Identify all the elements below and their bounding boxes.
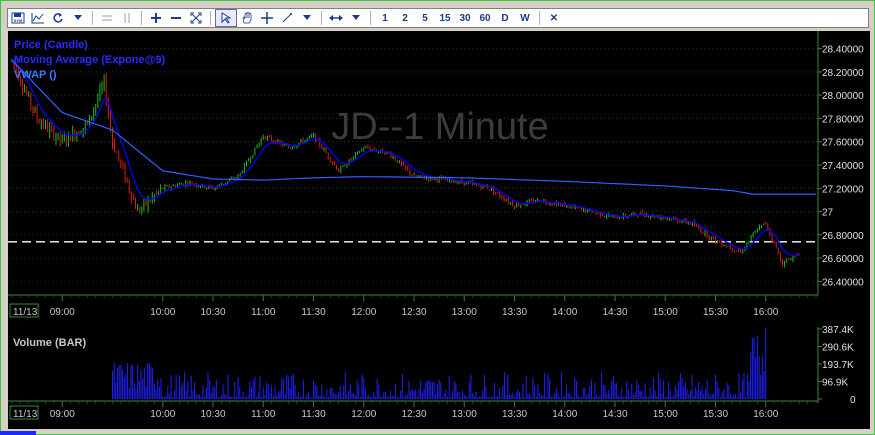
time-axis-upper: 09:00 10:00 10:30 11:00 11:30 12:00 12:30 13:00… xyxy=(8,294,818,318)
time-tick-label: 11:30 xyxy=(301,307,326,318)
zoom-out-icon[interactable] xyxy=(166,10,186,26)
save-icon[interactable]: SYM xyxy=(8,10,28,26)
volume-tick-label: 0 xyxy=(850,395,856,406)
price-legend: Price (Candle) Moving Average (Expone@9)… xyxy=(14,39,165,81)
interval-30-button[interactable]: 30 xyxy=(455,10,475,26)
legend-vwap: VWAP () xyxy=(14,69,57,81)
draw-line-icon[interactable] xyxy=(277,10,297,26)
close-icon[interactable]: ✕ xyxy=(544,10,564,26)
time-tick-label: 14:00 xyxy=(552,409,577,420)
time-tick-label: 14:00 xyxy=(552,307,577,318)
pause-icon[interactable] xyxy=(117,10,137,26)
refresh-icon[interactable] xyxy=(48,10,68,26)
toolbar-divider xyxy=(92,11,93,25)
time-tick-label: 16:00 xyxy=(753,307,778,318)
time-tick-label: 13:30 xyxy=(502,307,527,318)
interval-2-button[interactable]: 2 xyxy=(395,10,415,26)
ema-line xyxy=(11,59,800,257)
price-tick-label: 27.60000 xyxy=(822,138,864,149)
time-tick-label: 13:30 xyxy=(502,409,527,420)
price-tick-label: 27.80000 xyxy=(822,114,864,125)
time-tick-label: 13:00 xyxy=(452,409,477,420)
time-tick-label: 11:00 xyxy=(251,307,276,318)
fit-screen-icon[interactable] xyxy=(186,10,206,26)
toolbar-divider xyxy=(141,11,142,25)
interval-15-button[interactable]: 15 xyxy=(435,10,455,26)
time-tick-label: 10:00 xyxy=(150,307,175,318)
price-tick-label: 28.40000 xyxy=(822,45,864,56)
date-label: 11/13 xyxy=(13,409,38,420)
volume-axis: 387.4K 290.6K 193.7K 96.9K0 xyxy=(817,325,856,406)
price-tick-label: 27 xyxy=(822,208,834,219)
volume-tick-label: 193.7K xyxy=(822,360,854,371)
time-tick-label: 14:30 xyxy=(602,409,627,420)
time-tick-label: 12:30 xyxy=(401,409,426,420)
time-tick-label: 15:00 xyxy=(653,409,678,420)
volume-tick-label: 290.6K xyxy=(822,342,854,353)
time-tick-label: 12:00 xyxy=(351,307,376,318)
toolbar-divider xyxy=(539,11,540,25)
pan-hand-icon[interactable] xyxy=(237,10,257,26)
time-tick-label: 13:00 xyxy=(452,307,477,318)
dropdown-arrow-icon[interactable] xyxy=(346,10,366,26)
time-tick-label: 10:00 xyxy=(150,409,175,420)
price-tick-label: 28.20000 xyxy=(822,68,864,79)
dropdown-arrow-icon[interactable] xyxy=(68,10,88,26)
price-tick-label: 27.40000 xyxy=(822,161,864,172)
time-tick-label: 11:30 xyxy=(301,409,326,420)
time-axis-lower: 09:00 10:00 10:30 11:00 11:30 12:00 12:30 13:00… xyxy=(8,400,818,420)
interval-daily-button[interactable]: D xyxy=(495,10,515,26)
toolbar-divider xyxy=(370,11,371,25)
chart-watermark: JD--1 Minute xyxy=(331,106,549,148)
toolbar-divider xyxy=(210,11,211,25)
time-tick-label: 10:30 xyxy=(200,307,225,318)
time-tick-label: 14:30 xyxy=(602,307,627,318)
pointer-cursor-icon[interactable] xyxy=(215,9,237,27)
price-tick-label: 26.60000 xyxy=(822,254,864,265)
time-tick-label: 10:30 xyxy=(200,409,225,420)
legend-moving-average: Moving Average (Expone@9) xyxy=(14,54,165,66)
interval-weekly-button[interactable]: W xyxy=(515,10,535,26)
date-label: 11/13 xyxy=(13,307,38,318)
zoom-in-icon[interactable] xyxy=(146,10,166,26)
status-indicator xyxy=(0,431,36,435)
time-tick-label: 15:30 xyxy=(703,307,728,318)
time-tick-label: 09:00 xyxy=(50,409,75,420)
interval-1-button[interactable]: 1 xyxy=(375,10,395,26)
time-tick-label: 15:30 xyxy=(703,409,728,420)
volume-tick-label: 387.4K xyxy=(822,325,854,336)
interval-5-button[interactable]: 5 xyxy=(415,10,435,26)
volume-bars xyxy=(112,329,767,399)
time-tick-label: 09:00 xyxy=(50,307,75,318)
price-candles xyxy=(11,58,800,268)
equals-icon[interactable] xyxy=(97,10,117,26)
interval-60-button[interactable]: 60 xyxy=(475,10,495,26)
dropdown-arrow-icon[interactable] xyxy=(297,10,317,26)
chart-toolbar: SYM 1 2 5 15 30 60 D W ✕ xyxy=(7,8,869,28)
time-tick-label: 11:00 xyxy=(251,409,276,420)
time-tick-label: 12:00 xyxy=(351,409,376,420)
chart-area[interactable]: JD--1 Minute Price (Candle) Moving Avera… xyxy=(8,31,870,429)
crosshair-icon[interactable] xyxy=(257,10,277,26)
chart-type-icon[interactable] xyxy=(28,10,48,26)
horizontal-arrows-icon[interactable] xyxy=(326,10,346,26)
time-tick-label: 16:00 xyxy=(753,409,778,420)
svg-text:SYM: SYM xyxy=(14,18,23,23)
price-tick-label: 27.20000 xyxy=(822,184,864,195)
time-tick-label: 12:30 xyxy=(401,307,426,318)
price-tick-label: 26.80000 xyxy=(822,231,864,242)
price-axis: 28.40000 28.20000 28.00000 27.80000 27.60000… xyxy=(817,31,864,295)
legend-price-candle: Price (Candle) xyxy=(14,39,88,51)
time-tick-label: 15:00 xyxy=(653,307,678,318)
volume-tick-label: 96.9K xyxy=(822,377,848,388)
chart-canvas[interactable]: JD--1 Minute Price (Candle) Moving Avera… xyxy=(8,31,870,429)
price-tick-label: 28.00000 xyxy=(822,91,864,102)
price-tick-label: 26.40000 xyxy=(822,277,864,288)
toolbar-divider xyxy=(321,11,322,25)
volume-panel-label: Volume (BAR) xyxy=(13,337,86,349)
